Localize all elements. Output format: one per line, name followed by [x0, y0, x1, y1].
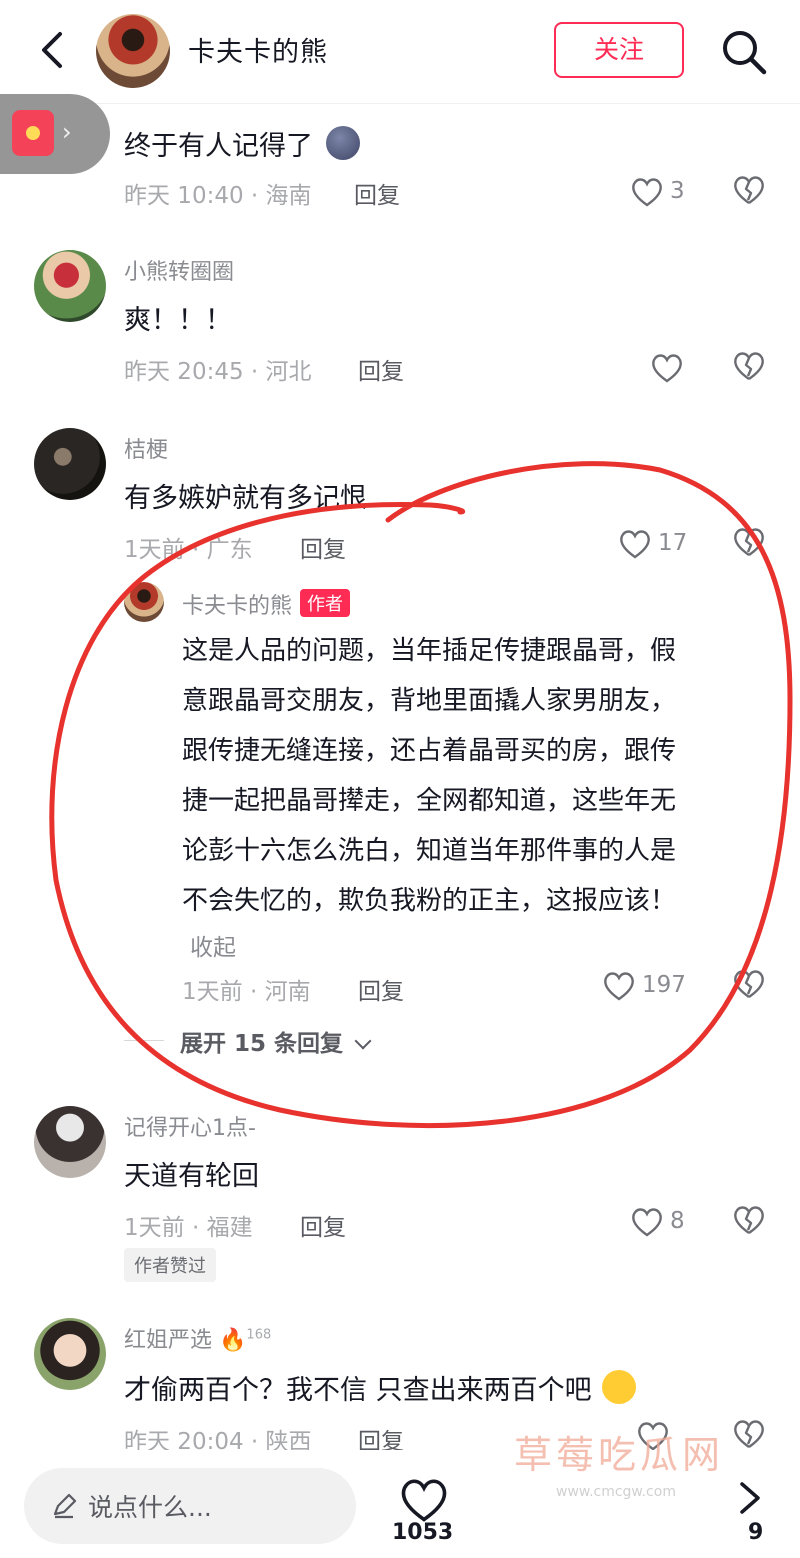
comment-text: 终于有人记得了	[124, 131, 313, 162]
broken-heart-icon	[734, 1206, 764, 1234]
like-button[interactable]: 8	[630, 1204, 710, 1244]
like-button[interactable]: 3	[630, 174, 710, 214]
reply-line: 捷一起把晶哥撵走，全网都知道，这些年无	[182, 786, 677, 816]
heart-icon	[620, 530, 650, 559]
broken-heart-icon	[734, 352, 764, 380]
author-avatar[interactable]	[96, 14, 170, 88]
broken-heart-icon	[734, 970, 764, 998]
user-avatar[interactable]	[34, 250, 106, 322]
dislike-button[interactable]	[732, 968, 768, 1004]
dislike-button[interactable]	[732, 1204, 768, 1240]
comment-username[interactable]: 红姐严选	[124, 1328, 212, 1353]
collapse-button[interactable]: 收起	[190, 928, 236, 962]
user-level: 168	[246, 1327, 272, 1343]
heart-icon	[638, 1422, 668, 1451]
red-packet-icon	[12, 110, 54, 156]
share-arrow-icon	[740, 1482, 760, 1514]
comment-text: 爽！！！	[124, 305, 232, 336]
comment-meta: 1天前 · 广东	[124, 537, 253, 563]
comment-meta: 昨天 20:45 · 河北	[124, 359, 312, 385]
author-reply-username[interactable]: 卡夫卡的熊	[182, 594, 292, 619]
dislike-button[interactable]	[732, 526, 768, 562]
search-button[interactable]	[718, 26, 770, 78]
like-button[interactable]	[650, 350, 730, 390]
chevron-down-icon	[354, 1032, 372, 1050]
fire-icon: 🔥	[219, 1328, 247, 1353]
reply-line: 这是人品的问题，当年插足传捷跟晶哥，假	[182, 636, 677, 666]
reply-button[interactable]: 回复	[300, 530, 346, 564]
like-button[interactable]: 17	[618, 526, 698, 566]
share-button[interactable]	[730, 1476, 770, 1524]
emoji-icon	[325, 126, 360, 160]
follow-button[interactable]: 关注	[554, 22, 684, 78]
back-button[interactable]	[30, 26, 78, 74]
like-button[interactable]: 197	[602, 968, 686, 1008]
video-like-count: 1053	[392, 1520, 454, 1545]
reply-button[interactable]: 回复	[300, 1208, 346, 1242]
reply-button[interactable]: 回复	[358, 972, 404, 1006]
dislike-button[interactable]	[732, 1418, 768, 1454]
dislike-button[interactable]	[732, 350, 768, 386]
like-count: 197	[642, 972, 686, 998]
author-badge: 作者	[300, 589, 351, 617]
author-name[interactable]: 卡夫卡的熊	[188, 30, 328, 69]
heart-icon	[604, 972, 634, 1001]
author-reply-text: 这是人品的问题，当年插足传捷跟晶哥，假 意跟晶哥交朋友，背地里面撬人家男朋友， …	[182, 626, 762, 926]
expand-replies-button[interactable]: 展开 15 条回复	[180, 1024, 372, 1058]
heart-icon	[652, 354, 682, 383]
comment-meta: 1天前 · 福建	[124, 1215, 253, 1241]
comment-username[interactable]: 桔梗	[124, 432, 168, 464]
like-count: 3	[670, 178, 685, 204]
broken-heart-icon	[734, 1420, 764, 1448]
expand-divider	[124, 1040, 164, 1041]
comment-text: 才偷两百个？我不信 只查出来两百个吧	[124, 1375, 592, 1406]
expand-replies-label: 展开 15 条回复	[180, 1031, 344, 1057]
pencil-icon	[53, 1493, 77, 1519]
heart-icon	[632, 178, 662, 207]
author-reply-meta: 1天前 · 河南	[182, 979, 311, 1005]
comment-input-placeholder: 说点什么...	[88, 1493, 212, 1522]
reply-line: 意跟晶哥交朋友，背地里面撬人家男朋友，	[182, 686, 677, 716]
reply-button[interactable]: 回复	[354, 176, 400, 210]
reply-line: 不会失忆的，欺负我粉的正主，这报应该！	[182, 886, 677, 916]
comment-meta: 昨天 10:40 · 海南	[124, 183, 312, 209]
chevron-left-icon	[42, 32, 62, 68]
reply-line: 论彭十六怎么洗白，知道当年那件事的人是	[182, 836, 677, 866]
comment-text: 有多嫉妒就有多记恨	[124, 483, 367, 514]
heart-icon	[401, 1479, 447, 1522]
reply-line: 跟传捷无缝连接，还占着晶哥买的房，跟传	[182, 736, 677, 766]
red-packet-tab[interactable]: ›	[0, 94, 110, 174]
header-bar: 卡夫卡的熊 关注	[0, 0, 800, 104]
reply-button[interactable]: 回复	[358, 352, 404, 386]
like-count: 17	[658, 530, 688, 556]
heart-icon	[632, 1208, 662, 1237]
user-avatar[interactable]	[34, 1318, 106, 1390]
bottom-bar: 说点什么... 1053 9	[0, 1450, 800, 1558]
comment-text: 天道有轮回	[124, 1161, 259, 1192]
dislike-button[interactable]	[732, 174, 768, 210]
author-liked-tag: 作者赞过	[124, 1248, 216, 1282]
search-icon	[723, 31, 767, 75]
author-reply-avatar[interactable]	[124, 582, 164, 622]
broken-heart-icon	[734, 176, 764, 204]
comment-username[interactable]: 记得开心1点-	[124, 1110, 256, 1142]
chevron-right-icon: ›	[62, 118, 72, 146]
like-count: 8	[670, 1208, 685, 1234]
grin-sweat-emoji-icon	[602, 1370, 637, 1404]
comment-input[interactable]: 说点什么...	[24, 1468, 356, 1544]
broken-heart-icon	[734, 528, 764, 556]
user-avatar[interactable]	[34, 428, 106, 500]
share-count: 9	[748, 1520, 764, 1545]
user-avatar[interactable]	[34, 1106, 106, 1178]
comment-username[interactable]: 小熊转圈圈	[124, 254, 234, 286]
